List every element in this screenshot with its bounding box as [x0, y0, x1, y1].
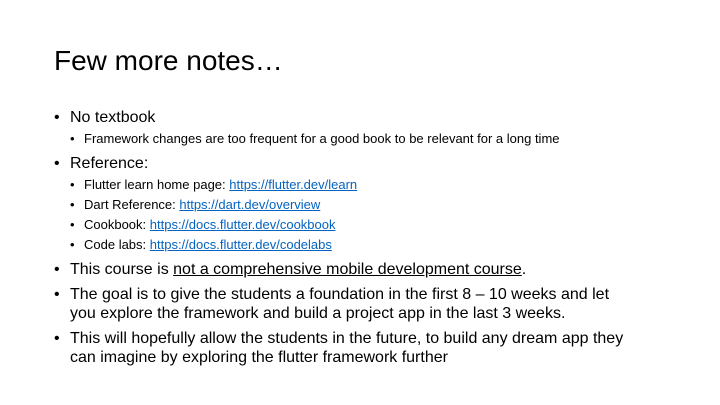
- bullet-future: • This will hopefully allow the students…: [54, 329, 702, 367]
- sub-bullet-dot-icon: •: [70, 197, 75, 212]
- bullet-text-suffix: .: [521, 261, 527, 278]
- bullet-text-line2: you explore the framework and build a pr…: [70, 305, 566, 322]
- codelabs-link[interactable]: https://docs.flutter.dev/codelabs: [150, 237, 332, 252]
- bullet-dot-icon: •: [54, 286, 60, 303]
- slide-title: Few more notes…: [54, 45, 283, 76]
- bullet-course-scope: • This course is not a comprehensive mob…: [54, 260, 702, 279]
- flutter-learn-link[interactable]: https://flutter.dev/learn: [229, 177, 357, 192]
- bullet-text: No textbook: [70, 109, 156, 126]
- bullet-goal: • The goal is to give the students a fou…: [54, 285, 702, 323]
- bullet-text-line1: The goal is to give the students a found…: [70, 286, 610, 303]
- reference-label: Flutter learn home page:: [84, 177, 230, 192]
- bullet-reference: • Reference:: [54, 154, 702, 173]
- bullet-text-underlined: not a comprehensive mobile development c…: [173, 261, 522, 278]
- bullet-dot-icon: •: [54, 330, 60, 347]
- reference-item-codelabs: • Code labs: https://docs.flutter.dev/co…: [54, 236, 702, 254]
- sub-list-textbook: • Framework changes are too frequent for…: [54, 130, 702, 148]
- sub-bullet-text: Framework changes are too frequent for a…: [84, 131, 560, 146]
- sub-bullet-dot-icon: •: [70, 217, 75, 232]
- reference-label: Cookbook:: [84, 217, 150, 232]
- sub-bullet-dot-icon: •: [70, 177, 75, 192]
- reference-item-flutter-learn: • Flutter learn home page: https://flutt…: [54, 176, 702, 194]
- cookbook-link[interactable]: https://docs.flutter.dev/cookbook: [150, 217, 336, 232]
- reference-label: Code labs:: [84, 237, 150, 252]
- bullet-text-line1: This will hopefully allow the students i…: [70, 330, 624, 347]
- reference-item-cookbook: • Cookbook: https://docs.flutter.dev/coo…: [54, 216, 702, 234]
- slide: Few more notes… • No textbook • Framewor…: [0, 0, 720, 405]
- sub-bullet-dot-icon: •: [70, 237, 75, 252]
- sub-bullet-dot-icon: •: [70, 131, 75, 146]
- bullet-dot-icon: •: [54, 261, 60, 278]
- bullet-no-textbook: • No textbook: [54, 108, 702, 127]
- bullet-text-prefix: This course is: [70, 261, 174, 278]
- sub-list-references: • Flutter learn home page: https://flutt…: [54, 176, 702, 254]
- bullet-text: Reference:: [70, 155, 149, 172]
- reference-item-dart: • Dart Reference: https://dart.dev/overv…: [54, 196, 702, 214]
- bullet-dot-icon: •: [54, 155, 60, 172]
- bullet-dot-icon: •: [54, 109, 60, 126]
- dart-overview-link[interactable]: https://dart.dev/overview: [179, 197, 320, 212]
- sub-bullet: • Framework changes are too frequent for…: [54, 130, 702, 148]
- reference-label: Dart Reference:: [84, 197, 180, 212]
- bullet-text-line2: can imagine by exploring the flutter fra…: [70, 349, 448, 366]
- bullet-list: • No textbook • Framework changes are to…: [54, 108, 702, 367]
